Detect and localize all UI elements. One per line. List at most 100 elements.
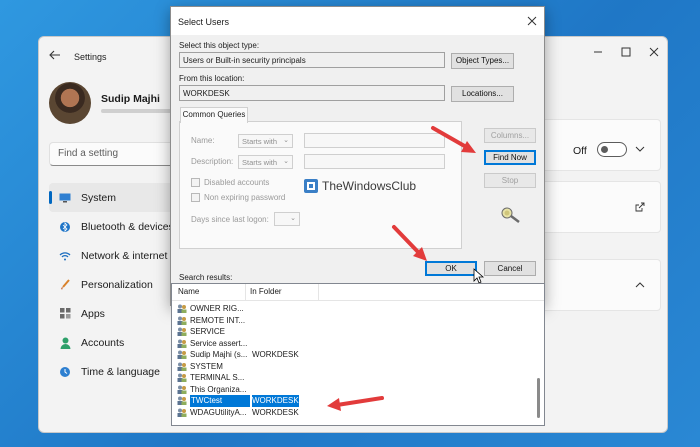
search-results-list[interactable]: Name In Folder OWNER RIG... REMOTE INT...… [171,283,545,426]
sidebar-item-network[interactable]: Network & internet [49,241,184,270]
row-name: SERVICE [190,327,225,336]
name-input [304,133,445,148]
close-icon[interactable] [647,45,661,59]
row-name: This Organiza... [190,384,247,394]
user-group-icon [177,316,187,325]
results-header: Name In Folder [172,284,544,301]
list-item[interactable]: OWNER RIG... [174,303,520,315]
results-scrollbar[interactable] [537,378,540,418]
description-input [304,154,445,169]
user-group-icon [177,408,187,417]
list-item[interactable]: This Organiza... [174,384,520,396]
sidebar-item-bluetooth[interactable]: Bluetooth & devices [49,212,184,241]
column-header-name[interactable]: Name [178,287,199,296]
columns-button: Columns... [484,128,536,143]
sidebar-item-time-language[interactable]: Time & language [49,357,184,386]
name-mode-select: Starts with ⌄ [238,134,293,148]
back-arrow-icon[interactable] [49,50,61,60]
user-group-icon [177,396,187,405]
toggle-state-label: Off [573,145,587,157]
user-group-icon [177,362,187,371]
row-name: Service assert... [190,338,248,348]
person-icon [59,337,71,349]
settings-title: Settings [74,52,107,62]
cancel-button[interactable]: Cancel [484,261,536,276]
sidebar-item-label: Time & language [81,365,160,378]
sidebar-item-accounts[interactable]: Accounts [49,328,184,357]
locations-button[interactable]: Locations... [451,86,514,102]
sidebar-item-apps[interactable]: Apps [49,299,184,328]
list-item[interactable]: Sudip Majhi (s... WORKDESK [174,349,520,361]
search-results-label: Search results: [179,273,233,282]
watermark: TheWindowsClub [303,178,416,194]
wifi-icon [59,250,71,262]
list-item[interactable]: SERVICE [174,326,520,338]
sidebar-item-personalization[interactable]: Personalization [49,270,184,299]
user-group-icon [177,304,187,313]
sidebar-item-system[interactable]: System [49,183,184,212]
row-name: REMOTE INT... [190,315,246,325]
dialog-title: Select Users [178,17,230,27]
profile-name: Sudip Majhi [101,93,160,105]
sidebar-item-label: Bluetooth & devices [81,220,174,233]
list-item[interactable]: Service assert... [174,338,520,350]
list-item[interactable]: REMOTE INT... [174,315,520,327]
maximize-icon[interactable] [619,45,633,59]
sidebar-item-label: Network & internet [81,249,168,262]
description-mode-select: Starts with ⌄ [238,155,293,169]
column-header-folder[interactable]: In Folder [250,287,282,296]
user-group-icon [177,373,187,382]
chevron-down-icon: ⌄ [283,158,289,165]
find-now-button[interactable]: Find Now [484,150,536,165]
dialog-titlebar: Select Users [171,7,544,35]
list-item[interactable]: SYSTEM [174,361,520,373]
windowsclub-logo-icon [304,179,318,193]
non-expiring-password-checkbox: Non expiring password [191,193,285,202]
ok-button[interactable]: OK [425,261,477,276]
avatar [49,82,91,124]
minimize-icon[interactable] [591,45,605,59]
row-name: SYSTEM [190,361,223,371]
list-item[interactable]: TWCtest WORKDESK [174,395,520,407]
days-since-logon-label: Days since last logon: [191,215,269,224]
settings-nav: System Bluetooth & devices Network & int… [49,183,184,386]
name-label: Name: [191,136,215,145]
tab-common-queries[interactable]: Common Queries [180,107,248,123]
user-group-icon [177,350,187,359]
external-link-icon[interactable] [635,202,645,212]
sidebar-item-label: Apps [81,307,105,320]
row-name: OWNER RIG... [190,304,244,313]
stop-button: Stop [484,173,536,188]
brush-icon [59,278,71,291]
user-group-icon [177,385,187,394]
bluetooth-icon [59,221,71,233]
row-folder: WORKDESK [252,395,299,407]
row-name: WDAGUtilityA... [190,407,247,417]
select-users-dialog: Select Users Select this object type: Us… [170,6,545,306]
chevron-up-icon[interactable] [635,281,645,289]
mouse-cursor-icon [473,268,485,284]
globe-clock-icon [59,366,71,378]
close-icon[interactable] [526,15,538,27]
user-group-icon [177,327,187,336]
disabled-accounts-checkbox: Disabled accounts [191,178,269,187]
row-folder: WORKDESK [252,407,299,417]
object-types-button[interactable]: Object Types... [451,53,514,69]
find-setting-input[interactable]: Find a setting [49,142,184,166]
object-type-field: Users or Built-in security principals [179,52,445,68]
row-folder: WORKDESK [252,350,299,359]
sidebar-item-label: Accounts [81,336,125,349]
chevron-down-icon: ⌄ [283,137,289,144]
location-field: WORKDESK [179,85,445,101]
row-name: TERMINAL S... [190,373,245,382]
list-item[interactable]: WDAGUtilityA... WORKDESK [174,407,520,419]
list-item[interactable]: TERMINAL S... [174,372,520,384]
object-type-label: Select this object type: [179,41,260,50]
user-group-icon [177,339,187,348]
sidebar-item-label: Personalization [81,278,153,291]
sidebar-item-label: System [81,191,117,204]
location-label: From this location: [179,74,245,83]
chevron-down-icon[interactable] [635,145,645,153]
days-select: ⌄ [274,212,300,226]
setting-toggle[interactable] [597,142,627,157]
